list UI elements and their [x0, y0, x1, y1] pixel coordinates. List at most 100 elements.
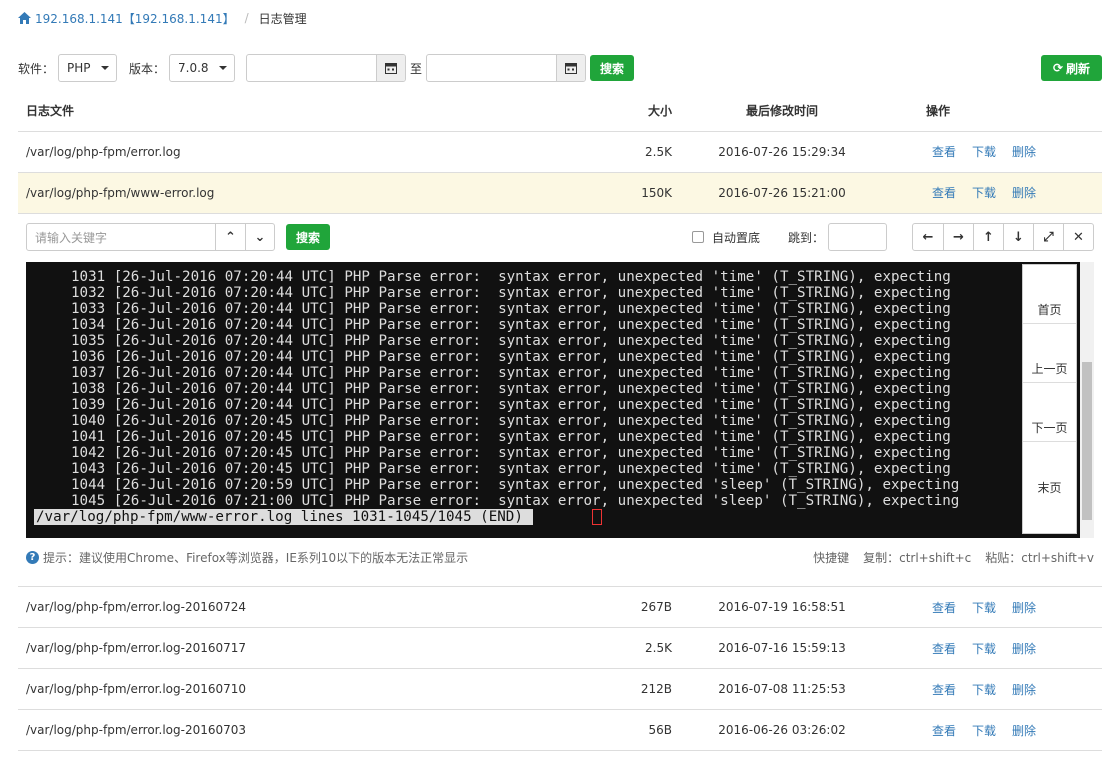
- filter-toolbar: 软件： PHP 版本： 7.0.8 至 搜索 ⟳ 刷新: [18, 54, 1102, 82]
- next-page-button[interactable]: 下一页: [1023, 415, 1076, 442]
- download-link[interactable]: 下载: [972, 724, 996, 738]
- first-page-button[interactable]: 首页: [1023, 297, 1076, 324]
- expand-icon[interactable]: ⤢: [1033, 224, 1063, 250]
- terminal-line: 1036 [26-Jul-2016 07:20:44 UTC] PHP Pars…: [71, 349, 951, 365]
- refresh-icon: ⟳: [1052, 61, 1064, 75]
- chevron-down-icon: [218, 66, 227, 70]
- row-time: 2016-07-08 11:25:53: [682, 668, 882, 710]
- terminal-line: 1037 [26-Jul-2016 07:20:44 UTC] PHP Pars…: [71, 365, 951, 381]
- arrow-up-icon[interactable]: ↑: [973, 224, 1003, 250]
- viewer-toolbar: 请输入关键字 ⌃ ⌄ 搜索 自动置底 跳到： ← → ↑ ↓ ⤢ ✕: [26, 222, 1094, 252]
- arrow-left-icon[interactable]: ←: [913, 224, 943, 250]
- view-link[interactable]: 查看: [932, 724, 956, 738]
- terminal-line: 1043 [26-Jul-2016 07:20:45 UTC] PHP Pars…: [71, 461, 951, 477]
- autoscroll-checkbox[interactable]: [691, 231, 704, 243]
- row-actions: 查看 下载 删除: [882, 131, 1102, 173]
- end-date-field[interactable]: [426, 54, 587, 82]
- download-link[interactable]: 下载: [972, 683, 996, 697]
- prev-page-button[interactable]: 上一页: [1023, 356, 1076, 383]
- version-select-value: 7.0.8: [178, 61, 209, 75]
- row-file: /var/log/php-fpm/www-error.log: [18, 172, 542, 214]
- version-label: 版本：: [129, 61, 166, 76]
- jump-line-input[interactable]: [828, 223, 887, 251]
- log-terminal[interactable]: 1031 [26-Jul-2016 07:20:44 UTC] PHP Pars…: [26, 262, 1094, 538]
- header-ops: 操作: [882, 91, 1102, 132]
- view-link[interactable]: 查看: [932, 683, 956, 697]
- table-row: /var/log/php-fpm/error.log-20160703 56B …: [18, 709, 1102, 751]
- shortcut-label: 快捷键: [813, 550, 850, 565]
- start-date-field[interactable]: [246, 54, 407, 82]
- download-link[interactable]: 下载: [972, 145, 996, 159]
- keyword-search-button[interactable]: 搜索: [286, 224, 330, 250]
- row-file: /var/log/php-fpm/error.log-20160710: [18, 668, 542, 710]
- terminal-line: 1042 [26-Jul-2016 07:20:45 UTC] PHP Pars…: [71, 445, 951, 461]
- keyword-search-group: 请输入关键字 ⌃ ⌄: [26, 223, 275, 251]
- refresh-button[interactable]: ⟳ 刷新: [1041, 55, 1102, 81]
- delete-link[interactable]: 删除: [1012, 642, 1036, 656]
- terminal-scrollbar[interactable]: [1080, 262, 1094, 538]
- delete-link[interactable]: 删除: [1012, 145, 1036, 159]
- copy-shortcut: 复制：ctrl+shift+c: [863, 550, 972, 565]
- start-date-input[interactable]: [247, 55, 378, 81]
- breadcrumb-current: 日志管理: [258, 11, 307, 26]
- table-row: /var/log/php-fpm/error.log-20160724 267B…: [18, 586, 1102, 628]
- terminal-lines: 1031 [26-Jul-2016 07:20:44 UTC] PHP Pars…: [71, 269, 959, 509]
- row-size: 56B: [542, 709, 682, 751]
- table-row: /var/log/php-fpm/error.log-20160710 212B…: [18, 668, 1102, 710]
- log-viewer: 请输入关键字 ⌃ ⌄ 搜索 自动置底 跳到： ← → ↑ ↓ ⤢ ✕ 1031 …: [26, 222, 1094, 538]
- breadcrumb: 192.168.1.141【192.168.1.141】 / 日志管理: [18, 9, 307, 27]
- row-actions: 查看 下载 删除: [882, 709, 1102, 751]
- delete-link[interactable]: 删除: [1012, 724, 1036, 738]
- delete-link[interactable]: 删除: [1012, 186, 1036, 200]
- terminal-line: 1038 [26-Jul-2016 07:20:44 UTC] PHP Pars…: [71, 381, 951, 397]
- terminal-line: 1039 [26-Jul-2016 07:20:44 UTC] PHP Pars…: [71, 397, 951, 413]
- log-file-table: 日志文件 大小 最后修改时间 操作 /var/log/php-fpm/error…: [18, 91, 1102, 214]
- view-link[interactable]: 查看: [932, 601, 956, 615]
- viewer-icon-bar: ← → ↑ ↓ ⤢ ✕: [912, 223, 1094, 251]
- chevron-up-icon[interactable]: ⌃: [216, 224, 245, 250]
- search-button[interactable]: 搜索: [590, 55, 635, 81]
- end-date-input[interactable]: [427, 55, 558, 81]
- row-file: /var/log/php-fpm/error.log-20160724: [18, 586, 542, 628]
- calendar-icon[interactable]: [377, 55, 406, 81]
- calendar-icon[interactable]: [557, 55, 586, 81]
- download-link[interactable]: 下载: [972, 601, 996, 615]
- home-icon: [18, 12, 31, 24]
- row-size: 2.5K: [542, 131, 682, 173]
- terminal-line: 1041 [26-Jul-2016 07:20:45 UTC] PHP Pars…: [71, 429, 951, 445]
- delete-link[interactable]: 删除: [1012, 683, 1036, 697]
- row-file: /var/log/php-fpm/error.log: [18, 131, 542, 173]
- terminal-line: 1032 [26-Jul-2016 07:20:44 UTC] PHP Pars…: [71, 285, 951, 301]
- row-actions: 查看 下载 删除: [882, 172, 1102, 214]
- header-size: 大小: [542, 91, 682, 132]
- terminal-cursor: [592, 509, 602, 525]
- view-link[interactable]: 查看: [932, 145, 956, 159]
- terminal-line: 1034 [26-Jul-2016 07:20:44 UTC] PHP Pars…: [71, 317, 951, 333]
- software-select[interactable]: PHP: [58, 54, 118, 82]
- last-page-button[interactable]: 末页: [1023, 474, 1076, 501]
- terminal-line: 1044 [26-Jul-2016 07:20:59 UTC] PHP Pars…: [71, 477, 960, 493]
- row-size: 2.5K: [542, 627, 682, 669]
- download-link[interactable]: 下载: [972, 186, 996, 200]
- row-size: 150K: [542, 172, 682, 214]
- row-time: 2016-07-19 16:58:51: [682, 586, 882, 628]
- close-icon[interactable]: ✕: [1063, 224, 1093, 250]
- view-link[interactable]: 查看: [932, 186, 956, 200]
- terminal-line: 1033 [26-Jul-2016 07:20:44 UTC] PHP Pars…: [71, 301, 951, 317]
- keyword-input[interactable]: 请输入关键字: [27, 224, 216, 250]
- breadcrumb-home-link[interactable]: 192.168.1.141【192.168.1.141】: [18, 10, 235, 27]
- arrow-down-icon[interactable]: ↓: [1003, 224, 1033, 250]
- download-link[interactable]: 下载: [972, 642, 996, 656]
- delete-link[interactable]: 删除: [1012, 601, 1036, 615]
- scrollbar-thumb[interactable]: [1082, 362, 1092, 520]
- chevron-down-icon[interactable]: ⌄: [245, 224, 274, 250]
- view-link[interactable]: 查看: [932, 642, 956, 656]
- arrow-right-icon[interactable]: →: [943, 224, 973, 250]
- version-select[interactable]: 7.0.8: [169, 54, 236, 82]
- hint-bar: ? 提示：建议使用Chrome、Firefox等浏览器，IE系列10以下的版本无…: [26, 548, 1094, 566]
- terminal-line: 1040 [26-Jul-2016 07:20:45 UTC] PHP Pars…: [71, 413, 951, 429]
- terminal-line: 1031 [26-Jul-2016 07:20:44 UTC] PHP Pars…: [71, 269, 951, 285]
- header-time: 最后修改时间: [682, 91, 882, 132]
- refresh-label: 刷新: [1066, 61, 1091, 76]
- log-file-table-rest: /var/log/php-fpm/error.log-20160724 267B…: [18, 586, 1102, 751]
